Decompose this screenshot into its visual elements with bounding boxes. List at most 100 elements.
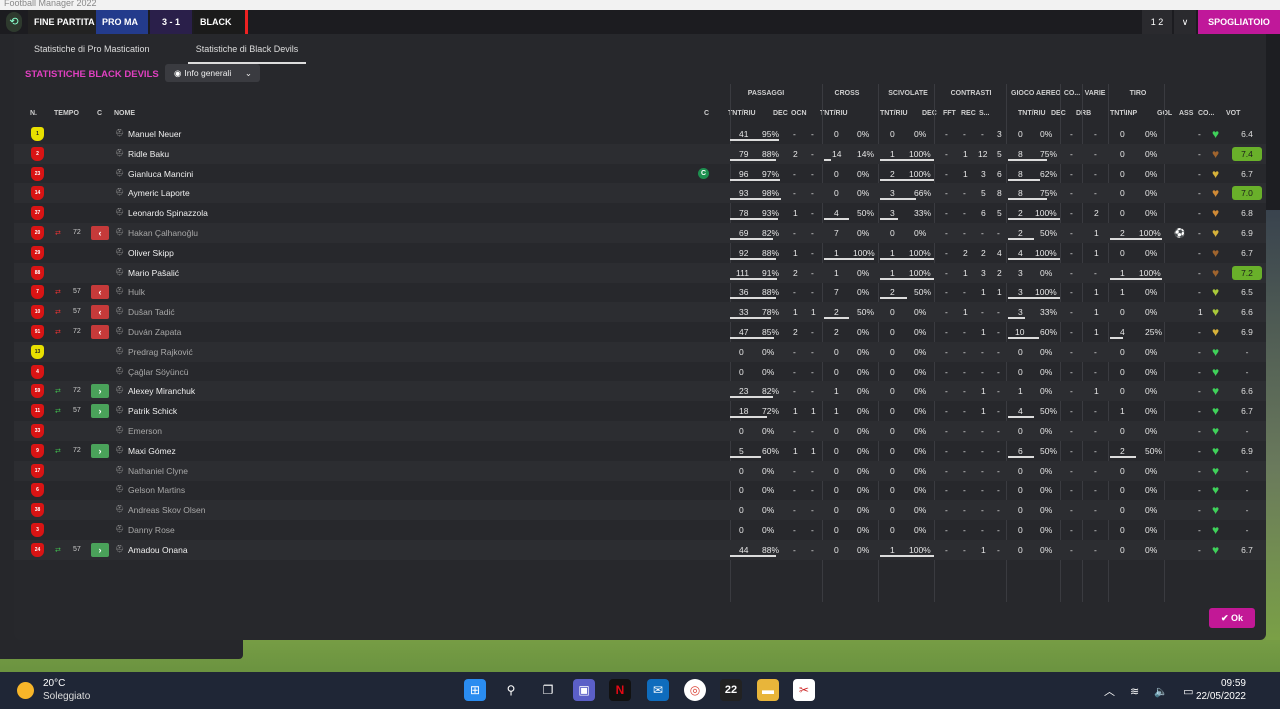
column-header[interactable]: C xyxy=(704,110,709,117)
teams-icon[interactable]: ▣ xyxy=(573,679,595,701)
player-name[interactable]: Alexey Miranchuk xyxy=(128,381,195,401)
player-name[interactable]: Danny Rose xyxy=(128,520,175,540)
sub-out-icon[interactable]: ‹ xyxy=(91,285,109,300)
table-row[interactable]: 7 ⇄ 57 ‹ ⛑ Hulk 36 88% - -7 0% 2 50% - -1 1 3 100% -1 1 0% - ♥… xyxy=(14,282,1266,302)
mail-icon[interactable]: ✉ xyxy=(647,679,669,701)
column-header[interactable]: VOT xyxy=(1226,110,1240,117)
group-header[interactable]: SCIVOLATE xyxy=(880,90,936,97)
column-header[interactable]: ASS xyxy=(1179,110,1193,117)
search-icon[interactable]: ⚲ xyxy=(500,679,522,701)
group-header[interactable]: CROSS xyxy=(824,90,870,97)
player-name[interactable]: Mario Pašalić xyxy=(128,263,179,283)
table-row[interactable]: 17 ⛑ Nathaniel Clyne 0 0% - - 0 0% 0 0% - - - - 0 0% - - 0 0… xyxy=(14,460,1266,481)
group-header[interactable]: CONTRASTI xyxy=(936,90,1006,97)
sub-in-icon[interactable]: › xyxy=(91,443,109,458)
top-right-chevron-icon[interactable]: ∨ xyxy=(1174,10,1196,34)
clock[interactable]: 09:59 22/05/2022 xyxy=(1190,677,1246,703)
table-row[interactable]: 91 ⇄ 72 ‹ ⛑ Duván Zapata 47 85% 2 - 2 0% 0 0% - - 1 - 10 60… xyxy=(14,322,1266,342)
player-name[interactable]: Aymeric Laporte xyxy=(128,183,190,203)
table-row[interactable]: 13 ⛑ Predrag Rajković 0 0% - - 0 0% 0 0% - - - - 0 0% - - 0… xyxy=(14,341,1266,362)
column-header[interactable]: N. xyxy=(30,110,37,117)
player-name[interactable]: Maxi Gómez xyxy=(128,441,176,461)
player-name[interactable]: Gelson Martins xyxy=(128,480,185,500)
group-header[interactable]: GIOCO AEREO xyxy=(1008,90,1064,97)
player-name[interactable]: Andreas Skov Olsen xyxy=(128,500,205,520)
player-name[interactable]: Patrik Schick xyxy=(128,401,177,421)
column-header[interactable]: DEC xyxy=(1051,110,1066,117)
table-row[interactable]: 6 ⛑ Gelson Martins 0 0% - - 0 0% 0 0% - - - - 0 0% - - 0 0% -… xyxy=(14,480,1266,500)
player-name[interactable]: Manuel Neuer xyxy=(128,124,181,144)
column-header[interactable]: FFT xyxy=(943,110,956,117)
group-header[interactable]: VARIE xyxy=(1084,90,1106,97)
sub-in-icon[interactable]: › xyxy=(91,404,109,419)
table-row[interactable]: 10 ⇄ 57 ‹ ⛑ Dušan Tadić 33 78% 1 1 2 50% 0 0% -1- -3 33%… xyxy=(14,302,1266,323)
player-name[interactable]: Emerson xyxy=(128,421,162,441)
sub-out-icon[interactable]: ‹ xyxy=(91,325,109,339)
table-row[interactable]: 2 ⛑ Ridle Baku 79 88% 2 - 14 14% 1 100% - 1 12 5 8 75% - -… xyxy=(14,143,1266,164)
column-header[interactable]: DEC xyxy=(773,110,788,117)
chrome-icon[interactable]: ◎ xyxy=(684,679,706,701)
sub-out-icon[interactable]: ‹ xyxy=(91,226,109,240)
column-header[interactable]: TNT/RIU xyxy=(880,110,908,117)
player-name[interactable]: Çağlar Söyüncü xyxy=(128,362,188,382)
football-manager-icon[interactable]: 22 xyxy=(720,679,742,701)
task-view-icon[interactable]: ❐ xyxy=(537,679,559,701)
table-row[interactable]: 59 ⇄ 72 › ⛑ Alexey Miranchuk 23 82% - -1 0% 0 0% - -1-… xyxy=(14,381,1266,402)
dressing-room-button[interactable]: SPOGLIATOIO xyxy=(1198,10,1280,34)
group-header[interactable]: TIRO xyxy=(1110,90,1166,97)
aerial: 0 xyxy=(1018,465,1023,476)
table-row[interactable]: 14 ⛑ Aymeric Laporte 93 98% - -0 0% 3 66% - -5 8 8 75%… xyxy=(14,183,1266,204)
table-row[interactable]: 88 ⛑ Mario Pašalić 111 91% 2-1 0% 1 100% -1 3 2 3 0% -… xyxy=(14,262,1266,283)
system-tray[interactable]: ︿ ≋ 🔈 ▭ xyxy=(1104,683,1199,699)
table-row[interactable]: 9 ⇄ 72 › ⛑ Maxi Gómez 5 60% 1 1 0 0% 0 0% - - - - 6 50% - - 2 5… xyxy=(14,441,1266,461)
table-row[interactable]: 38 ⛑ Andreas Skov Olsen 0 0% - - 0 0% 0 0% - - - - 0 0% -… xyxy=(14,500,1266,521)
netflix-icon[interactable]: N xyxy=(609,679,631,701)
snipping-tool-icon[interactable]: ✂ xyxy=(793,679,815,701)
player-name[interactable]: Nathaniel Clyne xyxy=(128,461,188,481)
ok-button[interactable]: ✔ Ok xyxy=(1209,608,1255,628)
column-header[interactable]: TEMPO xyxy=(54,110,79,117)
column-header[interactable]: NOME xyxy=(114,110,135,117)
co-dec: - xyxy=(1070,287,1073,298)
sub-out-icon[interactable]: ‹ xyxy=(91,305,109,320)
column-header[interactable]: REC xyxy=(961,110,976,117)
passes-decisive: - xyxy=(793,228,796,238)
table-row[interactable]: 4 ⛑ Çağlar Söyüncü 0 0% - - 0 0% 0 0% - - - - 0 0% - - 0 0% -… xyxy=(14,362,1266,382)
column-header[interactable]: TNT/RIU xyxy=(820,110,848,117)
column-header[interactable]: CO... xyxy=(1198,110,1214,117)
table-row[interactable]: 24 ⇄ 57 › ⛑ Amadou Onana 44 88% - -0 0% 1 100% - -1-0 0… xyxy=(14,539,1266,560)
top-right-score-button[interactable]: 1 2 xyxy=(1142,10,1172,34)
player-name[interactable]: Duván Zapata xyxy=(128,322,181,342)
table-row[interactable]: 37 ⛑ Leonardo Spinazzola 78 93% 1-4 50% 3 33% - -6… xyxy=(14,203,1266,223)
column-header[interactable]: TNT/RIU xyxy=(1018,110,1046,117)
windows-start-icon[interactable]: ⊞ xyxy=(464,679,486,701)
column-header[interactable]: C xyxy=(97,110,102,117)
table-row[interactable]: 3 ⛑ Danny Rose 0 0% - - 0 0% 0 0% - - - - 0 0% - - 0 0% - ♥ - xyxy=(14,520,1266,540)
table-row[interactable]: 20 ⇄ 72 ‹ ⛑ Hakan Çalhanoğlu 69 82% - - 7 0% 0 0% - - - -… xyxy=(14,223,1266,243)
player-name[interactable]: Predrag Rajković xyxy=(128,342,193,362)
column-header[interactable]: OCN xyxy=(791,110,807,117)
player-name[interactable]: Oliver Skipp xyxy=(128,243,174,263)
column-header[interactable]: TNT/RIU xyxy=(728,110,756,117)
player-name[interactable]: Amadou Onana xyxy=(128,540,188,560)
group-header[interactable]: CO... xyxy=(1062,90,1082,97)
table-row[interactable]: 1 ⛑ Manuel Neuer 41 95% - - 0 0% 0 0% - - - 3 0 0% - - 0 0% -… xyxy=(14,124,1266,144)
player-name[interactable]: Ridle Baku xyxy=(128,144,169,164)
column-header[interactable]: TNT\INP xyxy=(1110,110,1137,117)
sub-in-icon[interactable]: › xyxy=(91,384,109,399)
table-row[interactable]: 33 ⛑ Emerson 0 0% - - 0 0% 0 0% - - - - 0 0% - - 0 0% - ♥ - xyxy=(14,421,1266,441)
column-header[interactable]: S... xyxy=(979,110,990,117)
file-explorer-icon[interactable]: ▬ xyxy=(757,679,779,701)
table-row[interactable]: 29 ⛑ Oliver Skipp 92 88% 1-1 100% 1 100% -2 2 4 4 100… xyxy=(14,243,1266,263)
shots-pct: 50% xyxy=(1145,445,1163,456)
player-name[interactable]: Leonardo Spinazzola xyxy=(128,203,208,223)
column-header[interactable]: DRB xyxy=(1076,110,1091,117)
table-row[interactable]: 11 ⇄ 57 › ⛑ Patrik Schick 18 72% 1 1 1 0% 0 0% - -1-4 50… xyxy=(14,401,1266,421)
player-name[interactable]: Hulk xyxy=(128,282,145,302)
player-name[interactable]: Hakan Çalhanoğlu xyxy=(128,223,198,243)
group-header[interactable]: PASSAGGI xyxy=(730,90,802,97)
sub-in-icon[interactable]: › xyxy=(91,542,109,557)
player-name[interactable]: Dušan Tadić xyxy=(128,302,175,322)
player-name[interactable]: Gianluca Mancini xyxy=(128,164,193,184)
table-row[interactable]: 23 ⛑ Gianluca Mancini C 96 97% - - 0 0% 2 100% - 1 3 6 8… xyxy=(14,164,1266,184)
